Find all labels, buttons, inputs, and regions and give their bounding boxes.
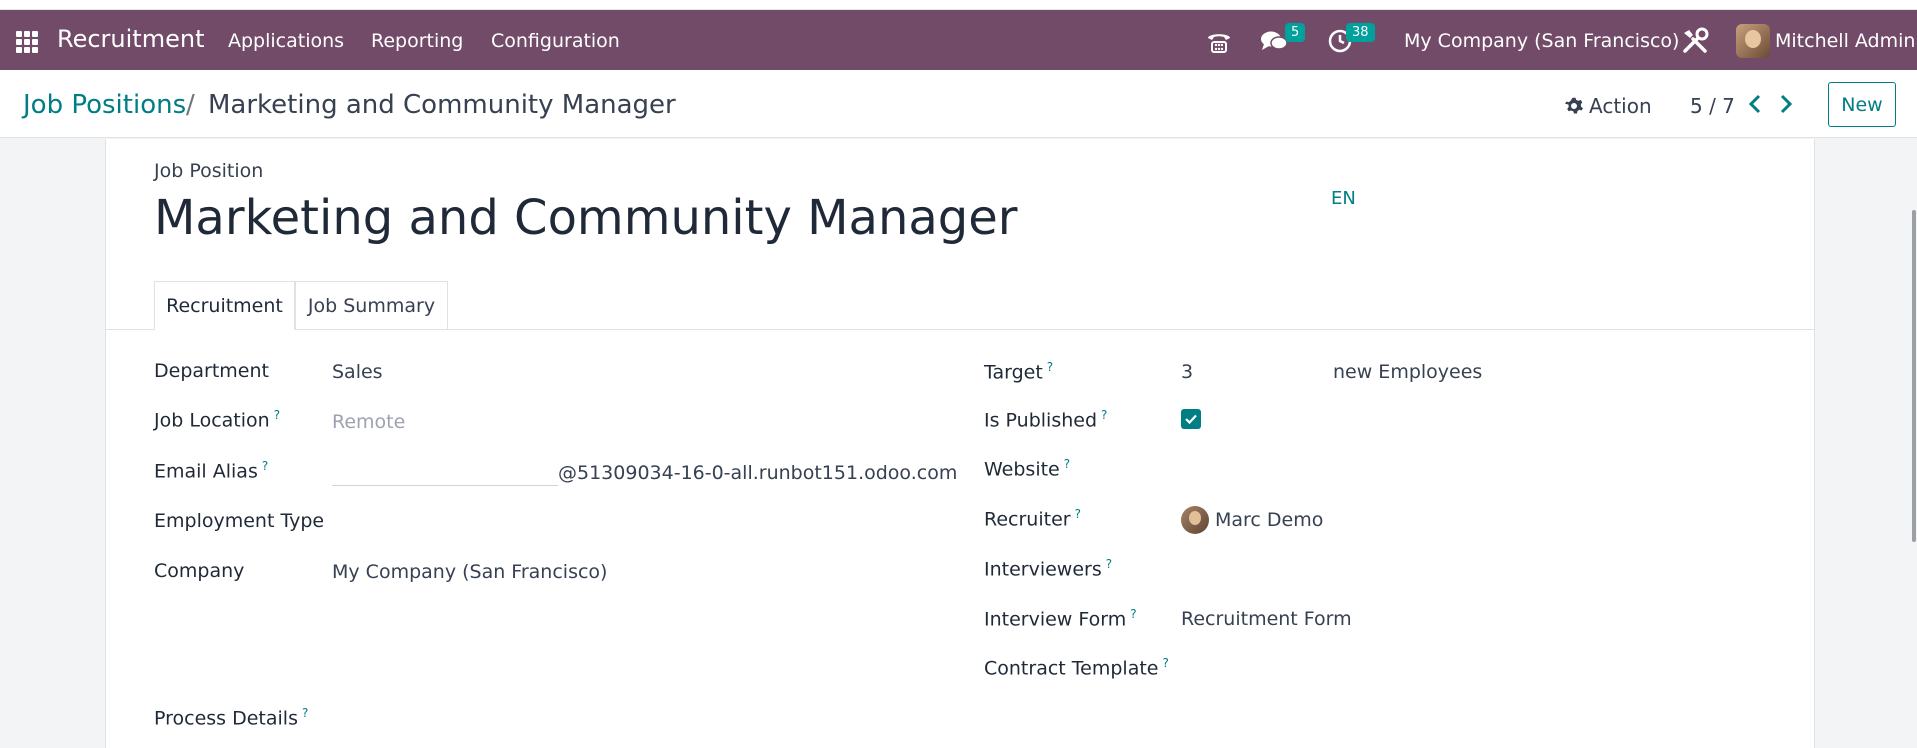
department-field[interactable]: Sales bbox=[332, 361, 383, 383]
previous-record-icon[interactable] bbox=[1747, 94, 1763, 114]
menu-configuration[interactable]: Configuration bbox=[491, 30, 620, 52]
interview-form-field[interactable]: Recruitment Form bbox=[1181, 608, 1352, 630]
help-icon[interactable]: ? bbox=[1047, 360, 1053, 374]
breadcrumb-current: Marketing and Community Manager bbox=[208, 90, 676, 120]
employment-type-label: Employment Type bbox=[154, 510, 325, 532]
user-avatar[interactable] bbox=[1736, 24, 1770, 58]
checkmark-icon bbox=[1185, 414, 1197, 425]
recruiter-label: Recruiter? bbox=[984, 507, 1081, 531]
recruiter-avatar bbox=[1181, 506, 1209, 534]
user-name[interactable]: Mitchell Admin bbox=[1775, 30, 1915, 52]
job-position-label: Job Position bbox=[154, 160, 264, 182]
app-name[interactable]: Recruitment bbox=[57, 25, 204, 53]
email-alias-input[interactable] bbox=[332, 466, 558, 486]
email-alias-label: Email Alias? bbox=[154, 459, 269, 483]
menu-reporting[interactable]: Reporting bbox=[371, 30, 463, 52]
action-button[interactable]: Action bbox=[1565, 94, 1652, 118]
contract-template-label: Contract Template? bbox=[984, 656, 1169, 680]
chat-icon[interactable] bbox=[1260, 29, 1288, 53]
help-icon[interactable]: ? bbox=[1064, 457, 1070, 471]
new-button[interactable]: New bbox=[1828, 82, 1896, 127]
target-suffix: new Employees bbox=[1333, 361, 1483, 383]
debug-tools-icon[interactable] bbox=[1681, 27, 1709, 55]
apps-menu-icon[interactable] bbox=[16, 31, 38, 53]
job-location-field[interactable]: Remote bbox=[332, 411, 405, 433]
browser-top-strip bbox=[0, 0, 1917, 10]
scrollbar[interactable] bbox=[1912, 210, 1916, 542]
help-icon[interactable]: ? bbox=[262, 459, 268, 473]
help-icon[interactable]: ? bbox=[1101, 408, 1107, 422]
action-label: Action bbox=[1589, 94, 1652, 118]
help-icon[interactable]: ? bbox=[1075, 507, 1081, 521]
job-location-label: Job Location? bbox=[154, 408, 281, 432]
tab-recruitment[interactable]: Recruitment bbox=[154, 281, 295, 330]
help-icon[interactable]: ? bbox=[1130, 607, 1136, 621]
pager-value[interactable]: 5 / 7 bbox=[1690, 94, 1735, 118]
recruiter-field[interactable]: Marc Demo bbox=[1215, 509, 1323, 531]
interview-form-label: Interview Form? bbox=[984, 607, 1137, 631]
activities-badge: 38 bbox=[1346, 23, 1375, 42]
help-icon[interactable]: ? bbox=[1162, 656, 1168, 670]
target-label: Target? bbox=[984, 360, 1054, 384]
help-icon[interactable]: ? bbox=[302, 706, 308, 720]
tabs-divider bbox=[106, 329, 1814, 330]
website-label: Website? bbox=[984, 457, 1071, 481]
company-label: Company bbox=[154, 560, 245, 582]
tab-job-summary[interactable]: Job Summary bbox=[295, 281, 448, 329]
messages-badge: 5 bbox=[1285, 23, 1306, 42]
email-alias-domain: @51309034-16-0-all.runbot151.odoo.com bbox=[558, 462, 958, 484]
top-navbar: Recruitment Applications Reporting Confi… bbox=[0, 10, 1917, 70]
phone-icon[interactable] bbox=[1206, 30, 1232, 54]
breadcrumb-separator: / bbox=[186, 90, 195, 120]
is-published-label: Is Published? bbox=[984, 408, 1108, 432]
help-icon[interactable]: ? bbox=[1106, 557, 1112, 571]
language-toggle[interactable]: EN bbox=[1331, 188, 1356, 209]
help-icon[interactable]: ? bbox=[274, 408, 280, 422]
interviewers-label: Interviewers? bbox=[984, 557, 1113, 581]
next-record-icon[interactable] bbox=[1778, 94, 1794, 114]
department-label: Department bbox=[154, 360, 269, 382]
gear-icon bbox=[1565, 97, 1583, 114]
target-field[interactable]: 3 bbox=[1181, 361, 1193, 383]
control-panel: Job Positions / Marketing and Community … bbox=[0, 70, 1917, 138]
process-details-label: Process Details? bbox=[154, 706, 309, 730]
company-switcher[interactable]: My Company (San Francisco) bbox=[1404, 30, 1679, 52]
company-field[interactable]: My Company (San Francisco) bbox=[332, 561, 607, 583]
breadcrumb-job-positions[interactable]: Job Positions bbox=[23, 90, 186, 120]
menu-applications[interactable]: Applications bbox=[228, 30, 344, 52]
is-published-checkbox[interactable] bbox=[1181, 409, 1201, 429]
job-position-name-field[interactable]: Marketing and Community Manager bbox=[154, 190, 1018, 246]
